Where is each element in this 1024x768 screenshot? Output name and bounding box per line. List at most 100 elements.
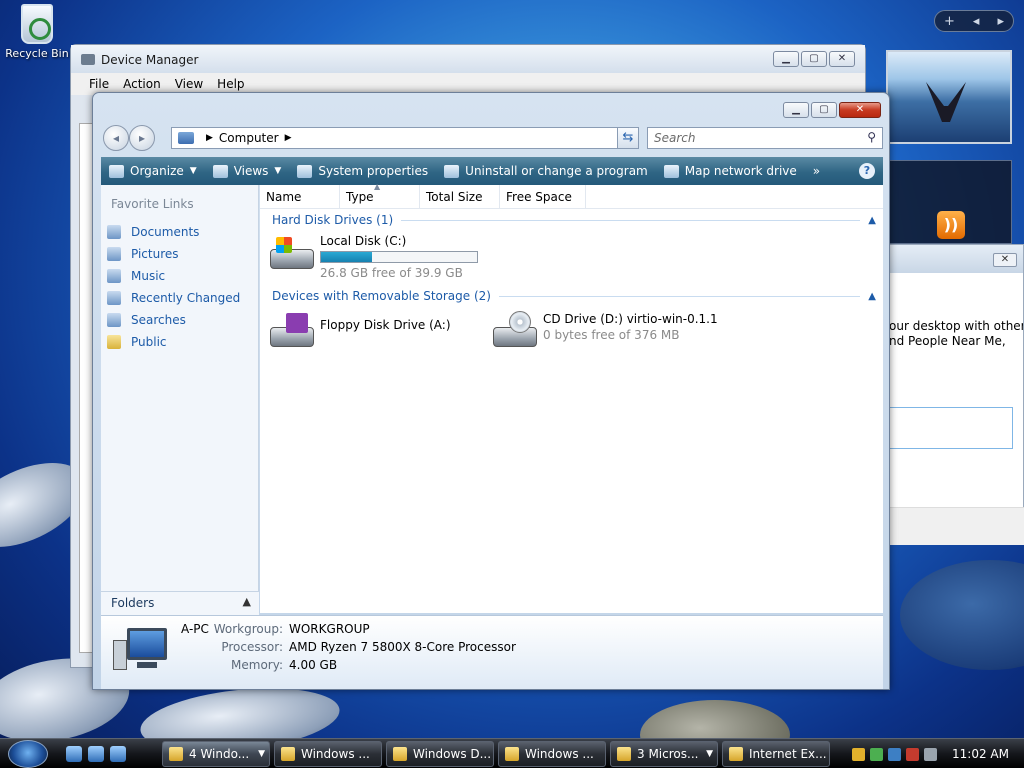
- gadget-prev-button[interactable]: ◂: [973, 14, 980, 29]
- taskbar-button-windows-warning[interactable]: Windows ...: [274, 741, 382, 767]
- checkmark-icon[interactable]: [870, 747, 883, 761]
- group-divider: [498, 295, 861, 297]
- drive-usage-bar: [320, 251, 478, 263]
- close-button[interactable]: ✕: [829, 51, 855, 67]
- taskbar-button-microsoft-group[interactable]: 3 Micros... ▼: [610, 741, 718, 767]
- favorite-link-searches[interactable]: Searches: [107, 309, 258, 331]
- folders-toggle[interactable]: Folders ▲: [101, 591, 259, 615]
- views-button[interactable]: Views ▼: [205, 157, 290, 185]
- command-bar: Organize ▼ Views ▼ System properties Unins…: [101, 157, 883, 185]
- menu-help[interactable]: Help: [217, 77, 244, 91]
- taskbar-button-explorer-group[interactable]: 4 Windo... ▼: [162, 741, 270, 767]
- address-bar[interactable]: ▶ Computer ▶ ▼: [171, 127, 639, 149]
- search-icon[interactable]: ⚲: [867, 130, 876, 144]
- drive-local-disk-c[interactable]: Local Disk (C:) 26.8 GB free of 39.9 GB: [268, 233, 478, 281]
- maximize-button[interactable]: ▢: [801, 51, 827, 67]
- navigation-bar: ◂ ▸ ▶ Computer ▶ ▼ ⇆ Search ⚲: [101, 125, 883, 151]
- favorite-link-recently-changed[interactable]: Recently Changed: [107, 287, 258, 309]
- column-header-name[interactable]: Name: [260, 185, 340, 209]
- column-header-free-space[interactable]: Free Space: [500, 185, 586, 209]
- taskbar-button-internet-explorer[interactable]: Internet Ex...: [722, 741, 830, 767]
- map-network-drive-button[interactable]: Map network drive: [656, 157, 805, 185]
- breadcrumb-computer[interactable]: Computer: [219, 131, 279, 145]
- favorite-link-label: Documents: [131, 225, 200, 239]
- clock[interactable]: 11:02 AM: [952, 747, 1009, 761]
- menu-action[interactable]: Action: [123, 77, 161, 91]
- show-desktop-icon[interactable]: [88, 746, 104, 762]
- slideshow-gadget[interactable]: [886, 50, 1012, 144]
- application-icon: [617, 747, 631, 761]
- menu-view[interactable]: View: [175, 77, 203, 91]
- refresh-button[interactable]: ⇆: [617, 127, 639, 149]
- forward-button[interactable]: ▸: [129, 125, 155, 151]
- public-folder-icon: [107, 335, 121, 349]
- favorite-link-label: Public: [131, 335, 167, 349]
- column-header-type[interactable]: ▲ Type: [340, 182, 420, 209]
- sidebar-gadget-controls: + ◂ ▸: [934, 10, 1014, 32]
- system-properties-icon: [297, 164, 313, 178]
- add-gadget-button[interactable]: +: [944, 14, 955, 29]
- security-shield-icon[interactable]: [852, 747, 865, 761]
- feed-headlines-gadget[interactable]: )): [886, 160, 1012, 244]
- close-button[interactable]: ✕: [839, 102, 881, 118]
- device-manager-titlebar[interactable]: Device Manager ▁ ▢ ✕: [71, 45, 865, 73]
- network-icon[interactable]: [888, 747, 901, 761]
- start-button[interactable]: [8, 740, 48, 768]
- background-dialog-close-button[interactable]: ✕: [993, 253, 1017, 267]
- system-properties-button[interactable]: System properties: [289, 157, 436, 185]
- drive-free-space: 26.8 GB free of 39.9 GB: [320, 266, 463, 280]
- organize-label: Organize: [130, 164, 184, 178]
- maximize-button[interactable]: ▢: [811, 102, 837, 118]
- minimize-button[interactable]: ▁: [783, 102, 809, 118]
- taskbar-button-label: 4 Windo...: [189, 747, 250, 761]
- organize-button[interactable]: Organize ▼: [101, 157, 205, 185]
- device-manager-title: Device Manager: [101, 53, 199, 67]
- background-dialog-field[interactable]: [889, 407, 1013, 449]
- taskbar-button-windows[interactable]: Windows ...: [498, 741, 606, 767]
- minimize-button[interactable]: ▁: [773, 51, 799, 67]
- taskbar-button-label: Windows ...: [525, 747, 594, 761]
- explorer-window-buttons: ▁ ▢ ✕: [783, 102, 881, 118]
- drive-floppy-a[interactable]: Floppy Disk Drive (A:): [268, 311, 451, 351]
- computer-explorer-window: ▁ ▢ ✕ ◂ ▸ ▶ Computer ▶ ▼ ⇆ Search ⚲ Orga…: [92, 92, 890, 690]
- taskbar-button-windows-defender[interactable]: Windows D...: [386, 741, 494, 767]
- search-input[interactable]: Search ⚲: [647, 127, 883, 149]
- group-header-removable-storage[interactable]: Devices with Removable Storage (2) ▲: [272, 288, 876, 304]
- back-button[interactable]: ◂: [103, 125, 129, 151]
- network-error-icon[interactable]: [906, 747, 919, 761]
- map-network-drive-label: Map network drive: [684, 164, 797, 178]
- help-icon[interactable]: ?: [859, 163, 875, 179]
- favorite-link-documents[interactable]: Documents: [107, 221, 258, 243]
- more-commands-button[interactable]: »: [805, 157, 828, 185]
- internet-explorer-quicklaunch-icon[interactable]: [66, 746, 82, 762]
- column-header-label: Free Space: [506, 190, 572, 204]
- favorite-link-music[interactable]: Music: [107, 265, 258, 287]
- chevron-up-icon[interactable]: ▲: [868, 215, 876, 226]
- uninstall-program-button[interactable]: Uninstall or change a program: [436, 157, 656, 185]
- gadget-next-button[interactable]: ▸: [997, 14, 1004, 29]
- favorite-link-pictures[interactable]: Pictures: [107, 243, 258, 265]
- column-header-total-size[interactable]: Total Size: [420, 185, 500, 209]
- cd-drive-icon: [491, 311, 537, 351]
- switch-windows-icon[interactable]: [110, 746, 126, 762]
- favorite-links-header: Favorite Links: [111, 197, 194, 211]
- chevron-down-icon: ▼: [258, 749, 265, 759]
- favorite-link-public[interactable]: Public: [107, 331, 258, 353]
- favorite-links-list: Documents Pictures Music Recently Change…: [101, 211, 258, 353]
- taskbar-button-label: Windows ...: [301, 747, 370, 761]
- volume-muted-icon[interactable]: [924, 747, 937, 761]
- recycle-bin[interactable]: Recycle Bin: [4, 4, 70, 60]
- breadcrumb-separator-icon[interactable]: ▶: [285, 133, 292, 143]
- notification-area: 11:02 AM: [852, 741, 1024, 767]
- group-divider: [401, 219, 861, 221]
- favorite-link-label: Pictures: [131, 247, 179, 261]
- drive-cd-d[interactable]: CD Drive (D:) virtio-win-0.1.1 0 bytes f…: [491, 311, 718, 351]
- group-title: Hard Disk Drives (1): [272, 213, 394, 227]
- background-dialog-titlebar: ✕: [879, 245, 1023, 273]
- chevron-up-icon[interactable]: ▲: [868, 291, 876, 302]
- workgroup-label: Workgroup:: [213, 622, 283, 636]
- group-header-hard-disk-drives[interactable]: Hard Disk Drives (1) ▲: [272, 212, 876, 228]
- system-properties-label: System properties: [318, 164, 429, 178]
- processor-row: Processor: AMD Ryzen 7 5800X 8-Core Proc…: [137, 640, 516, 654]
- menu-file[interactable]: File: [89, 77, 109, 91]
